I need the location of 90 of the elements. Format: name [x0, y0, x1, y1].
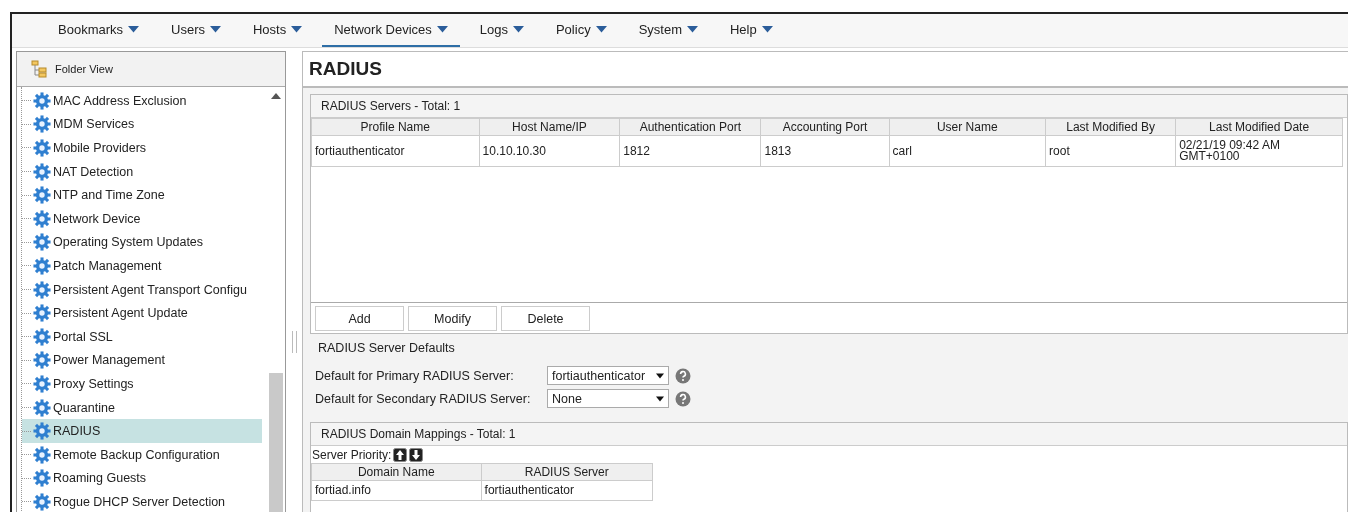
column-header: Accounting Port: [760, 118, 889, 136]
gear-icon: [33, 256, 51, 275]
gear-icon: [33, 280, 51, 299]
tree-item[interactable]: Rogue DHCP Server Detection: [22, 490, 262, 512]
menu-item[interactable]: Hosts: [241, 14, 315, 47]
sidebar-title: Folder View: [55, 63, 113, 75]
gear-icon: [33, 492, 51, 511]
tree-item[interactable]: Proxy Settings: [22, 372, 262, 396]
tree-item[interactable]: Portal SSL: [22, 324, 262, 349]
gear-icon: [33, 445, 51, 464]
table-cell: 10.10.10.30: [479, 135, 620, 167]
gear-icon: [33, 422, 51, 441]
field-label: Default for Primary RADIUS Server:: [315, 368, 515, 383]
tree-item[interactable]: Persistent Agent Transport Configu: [22, 277, 262, 302]
tree-item[interactable]: MDM Services: [22, 112, 262, 137]
panel-title: RADIUS Servers - Total: 1: [311, 95, 1347, 118]
gear-icon: [33, 327, 51, 346]
table-cell: carl: [889, 135, 1046, 167]
gear-icon: [33, 304, 51, 323]
tree-item[interactable]: MAC Address Exclusion: [22, 89, 262, 113]
menu-item[interactable]: Logs: [467, 14, 536, 47]
caret-icon: [656, 372, 664, 379]
column-header: Domain Name: [311, 463, 482, 481]
table-cell: fortiad.info: [311, 480, 482, 501]
gear-icon: [33, 209, 51, 228]
help-icon[interactable]: [675, 367, 691, 384]
splitter-handle[interactable]: [291, 331, 297, 353]
page-title: RADIUS: [303, 52, 1348, 88]
gear-icon: [33, 139, 51, 157]
column-header: Authentication Port: [619, 118, 761, 136]
folder-tree-icon: [31, 60, 49, 78]
caret-icon: [687, 26, 698, 33]
caret-icon: [512, 26, 524, 33]
column-header: Last Modified By: [1045, 118, 1176, 136]
caret-icon: [128, 26, 140, 33]
tree-item[interactable]: Mobile Providers: [22, 136, 262, 160]
tree-item[interactable]: Roaming Guests: [22, 466, 262, 491]
column-header: User Name: [889, 118, 1046, 136]
gear-icon: [33, 186, 51, 205]
move-down-icon[interactable]: [409, 448, 424, 462]
select-field[interactable]: fortiauthenticator: [547, 366, 669, 385]
tree-item[interactable]: Patch Management: [22, 254, 262, 278]
tree-item[interactable]: Persistent Agent Update: [22, 301, 262, 325]
help-icon[interactable]: [675, 390, 691, 407]
caret-icon: [761, 26, 773, 33]
tree-item[interactable]: Network Device: [22, 206, 262, 231]
table-cell: root: [1045, 135, 1176, 167]
menu-item[interactable]: Users: [159, 14, 233, 47]
gear-icon: [33, 398, 51, 417]
tree-item[interactable]: Quarantine: [22, 395, 262, 420]
caret-icon: [210, 26, 221, 33]
table-cell: 02/21/19 09:42 AM GMT+0100: [1175, 135, 1343, 167]
column-header: Last Modified Date: [1175, 118, 1343, 136]
menu-item[interactable]: Bookmarks: [46, 14, 152, 47]
select-field[interactable]: None: [547, 389, 669, 408]
gear-icon: [33, 162, 51, 181]
tree-item[interactable]: Power Management: [22, 348, 262, 373]
tree-item[interactable]: RADIUS: [22, 419, 262, 443]
tree-item[interactable]: Operating System Updates: [22, 230, 262, 255]
caret-icon: [436, 26, 448, 33]
tree-item[interactable]: NAT Detection: [22, 159, 262, 184]
column-header: RADIUS Server: [481, 463, 653, 481]
gear-icon: [33, 233, 51, 252]
menu-item[interactable]: Help: [718, 14, 785, 47]
field-label: Default for Secondary RADIUS Server:: [315, 391, 532, 406]
table-cell: fortiauthenticator: [481, 480, 653, 501]
gear-icon: [33, 115, 51, 134]
gear-icon: [33, 374, 51, 393]
column-header: Profile Name: [311, 118, 480, 136]
caret-icon: [656, 395, 664, 402]
table-cell: 1813: [760, 135, 889, 167]
gear-icon: [33, 469, 51, 488]
tree-item[interactable]: Remote Backup Configuration: [22, 442, 262, 467]
gear-icon: [33, 351, 51, 370]
priority-label: Server Priority:: [312, 448, 392, 462]
action-button[interactable]: Delete: [501, 306, 590, 331]
action-button[interactable]: Modify: [408, 306, 497, 331]
table-cell: fortiauthenticator: [311, 135, 480, 167]
gear-icon: [33, 91, 51, 110]
scroll-up-icon[interactable]: [271, 93, 281, 99]
menu-item[interactable]: System: [626, 14, 710, 47]
caret-icon: [595, 26, 607, 33]
tree-item[interactable]: NTP and Time Zone: [22, 183, 262, 207]
move-up-icon[interactable]: [393, 448, 408, 462]
table-cell: 1812: [619, 135, 761, 167]
menu-item[interactable]: Policy: [543, 14, 619, 47]
column-header: Host Name/IP: [479, 118, 620, 136]
action-button[interactable]: Add: [315, 306, 404, 331]
caret-icon: [291, 26, 303, 33]
panel-title: RADIUS Domain Mappings - Total: 1: [311, 423, 1347, 446]
